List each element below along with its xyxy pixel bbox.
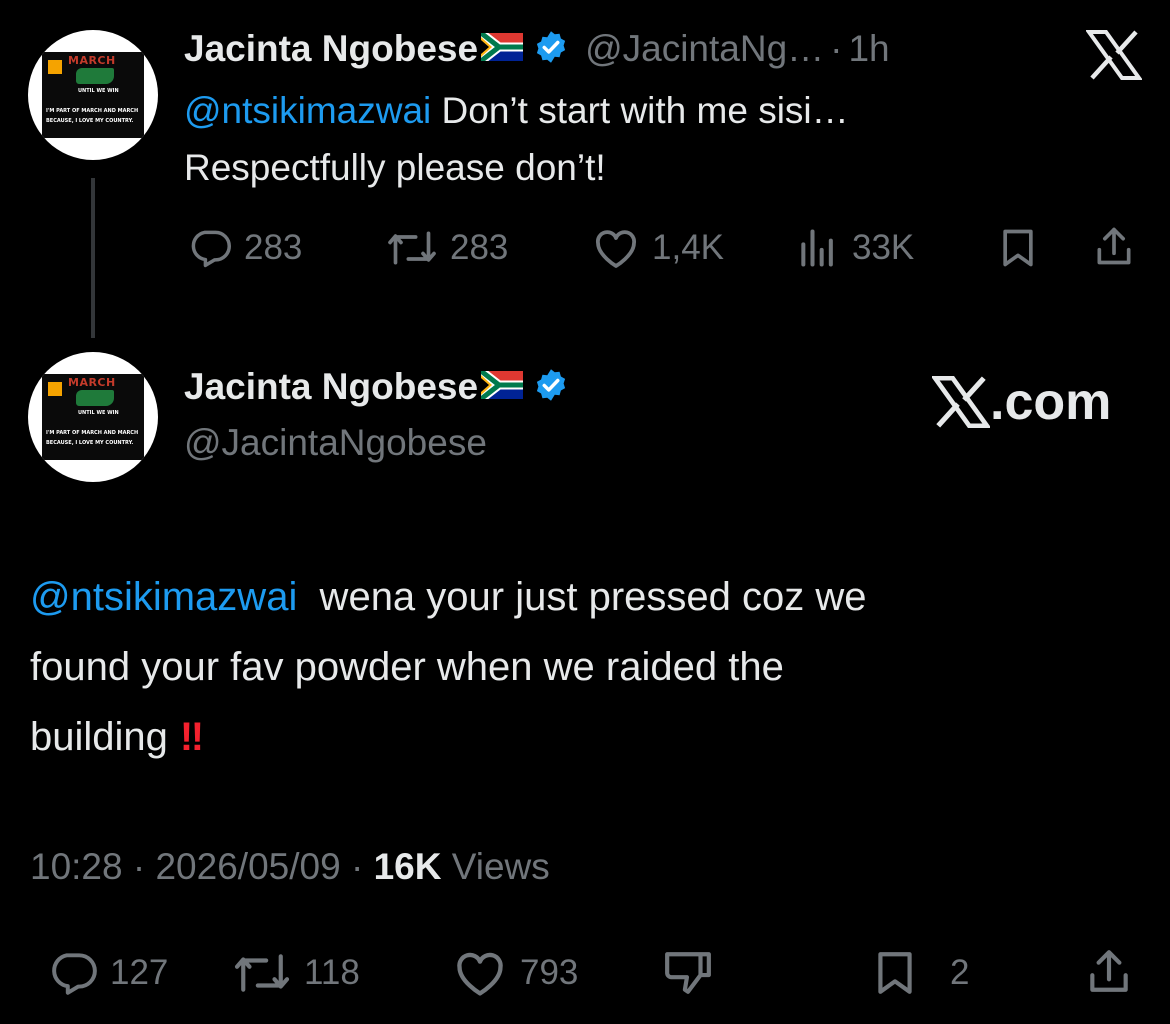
- repost-count: 283: [450, 228, 509, 267]
- downvote-button[interactable]: [660, 948, 716, 998]
- avatar-caption-2: I'M PART OF MARCH AND MARCH: [46, 108, 139, 114]
- south-africa-flag-icon: [478, 366, 524, 404]
- share-icon: [1097, 227, 1131, 265]
- mention-link[interactable]: @ntsikimazwai: [30, 575, 297, 619]
- bookmark-button[interactable]: 2: [870, 948, 969, 998]
- bookmark-icon: [878, 952, 912, 994]
- like-button[interactable]: 793: [452, 948, 578, 998]
- main-header: Jacinta Ngobese: [184, 366, 569, 408]
- double-exclamation-emoji: ‼: [179, 715, 204, 759]
- reply-button[interactable]: 283: [188, 226, 302, 270]
- repost-icon: [234, 954, 290, 992]
- tweet-meta: 10:28 · 2026/05/09 · 16K Views: [30, 846, 550, 888]
- like-count: 1,4K: [652, 228, 724, 267]
- separator: ·: [350, 846, 364, 887]
- bookmark-count: 2: [950, 953, 970, 992]
- main-text: @ntsikimazwai wena your just pressed coz…: [30, 562, 1150, 772]
- author-handle[interactable]: @JacintaNg…: [585, 28, 824, 70]
- main-text-line-1: wena your just pressed coz we: [297, 575, 867, 619]
- like-button[interactable]: 1,4K: [592, 226, 724, 270]
- avatar-logo-text: MARCH: [68, 376, 116, 389]
- south-africa-flag-icon: [478, 28, 524, 66]
- x-logo-icon[interactable]: [1086, 30, 1142, 80]
- brand-domain: .com: [990, 373, 1112, 431]
- tweet-date[interactable]: 2026/05/09: [155, 846, 340, 887]
- views-icon: [801, 229, 833, 267]
- comment-icon: [191, 230, 231, 268]
- bookmark-icon: [1003, 229, 1033, 267]
- map-shape: [76, 68, 114, 84]
- mention-link[interactable]: @ntsikimazwai: [184, 90, 431, 131]
- map-shape: [76, 390, 114, 406]
- reply-count: 127: [110, 953, 169, 992]
- thumbs-down-icon: [665, 952, 711, 994]
- main-text-line-2: found your fav powder when we raided the: [30, 645, 784, 689]
- reply-text: @ntsikimazwai Don’t start with me sisi… …: [184, 82, 1084, 196]
- author-name[interactable]: Jacinta Ngobese: [184, 28, 478, 70]
- avatar-logo-text: MARCH: [68, 54, 116, 67]
- reply-text-line-2: Respectfully please don’t!: [184, 147, 606, 188]
- separator: ·: [830, 28, 843, 69]
- views-button[interactable]: 33K: [796, 226, 914, 270]
- thread-connector: [91, 178, 95, 338]
- views-label: Views: [441, 846, 550, 887]
- author-handle[interactable]: @JacintaNgobese: [184, 422, 487, 464]
- reply-header: Jacinta Ngobese @JacintaNg… · 1h: [184, 28, 890, 70]
- like-icon: [457, 952, 503, 996]
- avatar-caption-1: UNTIL WE WIN: [78, 410, 119, 416]
- repost-count: 118: [304, 953, 360, 992]
- repost-icon: [388, 231, 436, 265]
- avatar-caption-3: BECAUSE, I LOVE MY COUNTRY.: [46, 440, 134, 446]
- views-total[interactable]: 16K: [374, 846, 442, 887]
- like-count: 793: [520, 953, 579, 992]
- tweet-screenshot: MARCH UNTIL WE WIN I'M PART OF MARCH AND…: [0, 0, 1170, 1024]
- avatar-caption-2: I'M PART OF MARCH AND MARCH: [46, 430, 139, 436]
- reply-button[interactable]: 127: [48, 948, 168, 998]
- repost-button[interactable]: 118: [232, 948, 360, 998]
- share-button[interactable]: [1084, 946, 1134, 996]
- avatar[interactable]: MARCH UNTIL WE WIN I'M PART OF MARCH AND…: [28, 30, 158, 160]
- verified-badge-icon: [533, 367, 569, 408]
- repost-button[interactable]: 283: [386, 226, 508, 270]
- reply-text-line-1: Don’t start with me sisi…: [431, 90, 849, 131]
- tweet-age[interactable]: 1h: [848, 28, 889, 70]
- avatar[interactable]: MARCH UNTIL WE WIN I'M PART OF MARCH AND…: [28, 352, 158, 482]
- share-icon: [1090, 950, 1128, 992]
- bookmark-button[interactable]: [996, 226, 1040, 270]
- logo-mark: [48, 60, 62, 74]
- x-com-brand[interactable]: .com: [932, 372, 1111, 432]
- x-logo-icon: [932, 376, 990, 428]
- comment-icon: [52, 953, 97, 995]
- share-button[interactable]: [1092, 224, 1136, 268]
- views-count: 33K: [852, 228, 915, 267]
- main-text-line-3: building: [30, 715, 168, 759]
- avatar-image: MARCH UNTIL WE WIN I'M PART OF MARCH AND…: [42, 52, 144, 138]
- avatar-image: MARCH UNTIL WE WIN I'M PART OF MARCH AND…: [42, 374, 144, 460]
- avatar-caption-1: UNTIL WE WIN: [78, 88, 119, 94]
- like-icon: [596, 230, 636, 268]
- separator: ·: [132, 846, 146, 887]
- author-name[interactable]: Jacinta Ngobese: [184, 366, 478, 408]
- verified-badge-icon: [533, 29, 569, 70]
- tweet-time[interactable]: 10:28: [30, 846, 123, 887]
- logo-mark: [48, 382, 62, 396]
- avatar-caption-3: BECAUSE, I LOVE MY COUNTRY.: [46, 118, 134, 124]
- reply-count: 283: [244, 228, 303, 267]
